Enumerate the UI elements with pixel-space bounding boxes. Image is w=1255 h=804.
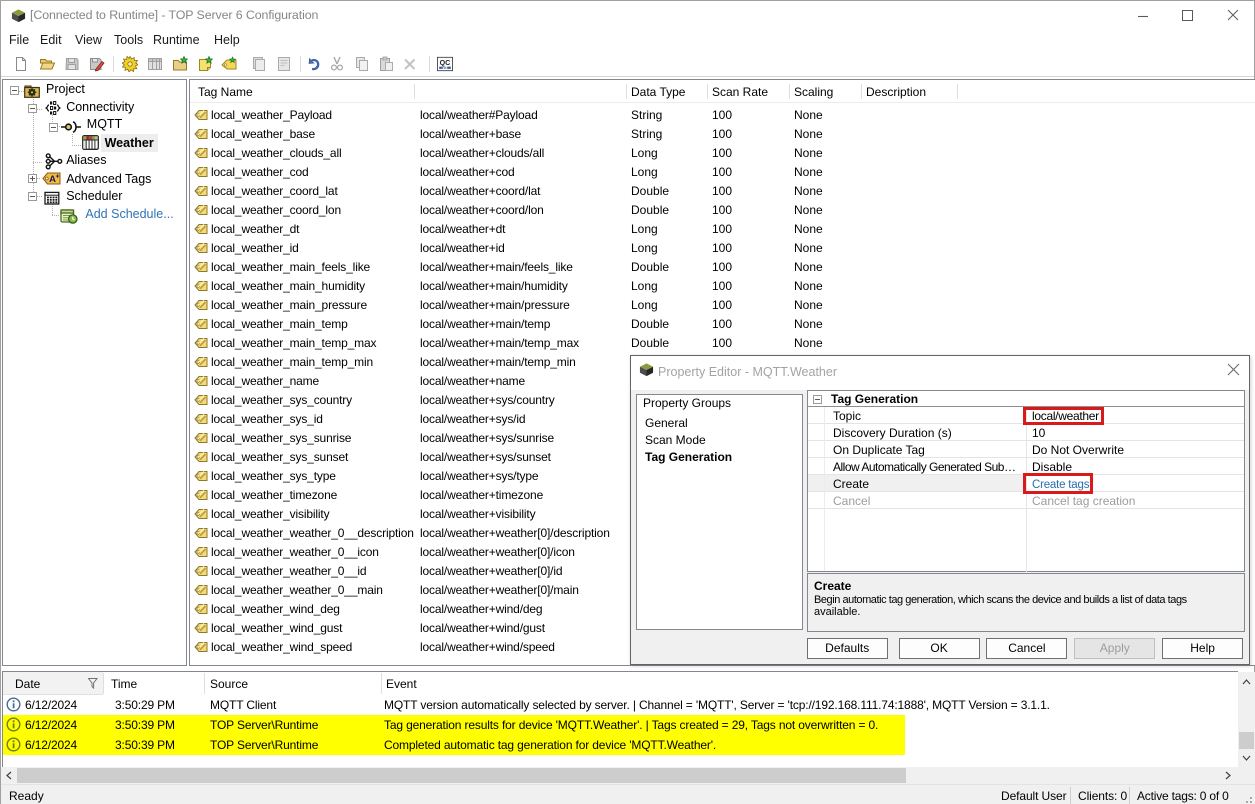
svg-text:QC: QC (440, 59, 451, 67)
svg-text:+: + (55, 174, 59, 181)
